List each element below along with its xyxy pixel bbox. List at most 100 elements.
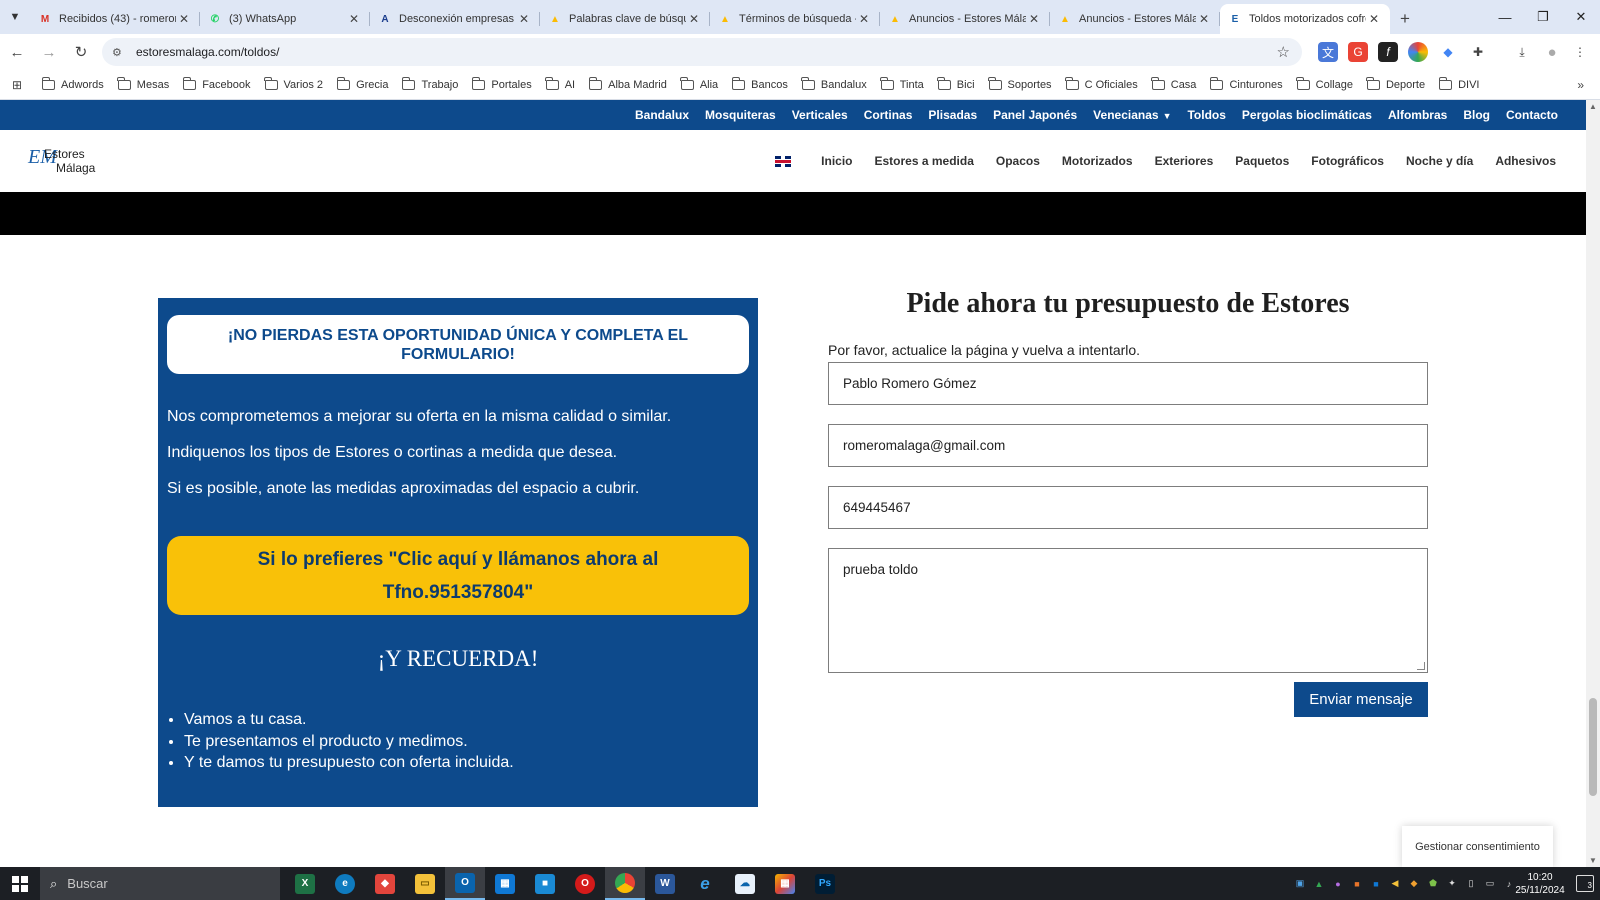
close-tab-icon[interactable]: ✕ [346,12,362,26]
bookmark-folder[interactable]: Bici [937,76,975,91]
scroll-down-icon[interactable]: ▼ [1589,856,1597,865]
main-menu-item[interactable]: Paquetos [1235,154,1289,168]
bookmark-folder[interactable]: Grecia [336,76,388,91]
browser-tab[interactable]: ▲ Palabras clave de búsqueda✕ [540,4,710,34]
bookmark-folder[interactable]: Cinturones [1209,76,1283,91]
bookmark-star-icon[interactable]: ☆ [1277,43,1290,61]
top-menu-item[interactable]: Contacto [1506,108,1558,122]
word-icon[interactable]: W [645,867,685,900]
edge-icon[interactable]: e [325,867,365,900]
message-textarea[interactable]: prueba toldo [828,548,1428,673]
scroll-up-icon[interactable]: ▲ [1589,102,1597,111]
main-menu-item[interactable]: Noche y día [1406,154,1473,168]
back-icon[interactable]: ← [2,37,32,67]
tray-network-icon[interactable]: ▭ [1481,875,1499,893]
top-menu-item[interactable]: Alfombras [1388,108,1447,122]
close-tab-icon[interactable]: ✕ [1026,12,1042,26]
page-scrollbar[interactable]: ▲ ▼ [1586,100,1600,867]
top-menu-item[interactable]: Mosquiteras [705,108,776,122]
main-menu-item[interactable]: Exteriores [1155,154,1214,168]
bookmark-folder[interactable]: Bancos [731,76,788,91]
browser-tab[interactable]: A Desconexión empresas | Bar✕ [370,4,540,34]
outlook-calendar-icon[interactable]: ▦ [485,867,525,900]
main-menu-item[interactable]: Opacos [996,154,1040,168]
minimize-icon[interactable]: — [1486,0,1524,34]
internet-explorer-icon[interactable]: e [685,867,725,900]
scrollbar-thumb[interactable] [1589,698,1597,796]
tray-network-app-icon[interactable]: ● [1329,875,1347,893]
bookmark-folder[interactable]: Facebook [182,76,251,91]
browser-tab[interactable]: ✆ (3) WhatsApp ✕ [200,4,370,34]
bookmark-folder[interactable]: C Oficiales [1065,76,1138,91]
manage-consent-button[interactable]: Gestionar consentimiento [1402,826,1553,867]
new-tab-button[interactable]: + [1390,4,1420,34]
start-button[interactable] [0,867,40,900]
bookmark-folder[interactable]: Collage [1296,76,1353,91]
main-menu-item[interactable]: Inicio [821,154,852,168]
tray-shield-icon[interactable]: ⬟ [1424,875,1442,893]
browser-tab[interactable]: ▲ Términos de búsqueda - Est✕ [710,4,880,34]
top-menu-item[interactable]: Plisadas [928,108,977,122]
bookmark-folder[interactable]: Casa [1151,76,1196,91]
bookmark-folder[interactable]: Trabajo [401,76,458,91]
outlook-icon[interactable]: O [445,867,485,900]
site-info-icon[interactable]: ⚙ [112,46,126,59]
download-icon[interactable]: ⤓ [1512,42,1532,62]
tray-app-icon[interactable]: ▣ [1291,875,1309,893]
browser-tab[interactable]: M Recibidos (43) - romeroma✕ [30,4,200,34]
bookmark-folder[interactable]: DIVI [1438,76,1480,91]
tray-outlook-icon[interactable]: ■ [1367,875,1385,893]
opera-icon[interactable]: O [565,867,605,900]
excel-icon[interactable]: X [285,867,325,900]
taskbar-clock[interactable]: 10:20 25/11/2024 [1514,871,1566,897]
store-icon[interactable]: ■ [525,867,565,900]
font-extension-icon[interactable]: f [1378,42,1398,62]
tray-power-icon[interactable]: ▯ [1462,875,1480,893]
bookmark-folder[interactable]: Alia [680,76,718,91]
chrome-icon[interactable] [605,867,645,900]
bookmark-folder[interactable]: Adwords [41,76,104,91]
tab-search-chevron-icon[interactable]: ▼ [0,0,30,34]
bookmark-folder[interactable]: Alba Madrid [588,76,667,91]
forward-icon[interactable]: → [34,37,64,67]
browser-tab[interactable]: ▲ Anuncios - Estores Málaga✕ [880,4,1050,34]
tray-arrow-icon[interactable]: ◀ [1386,875,1404,893]
top-menu-item[interactable]: Blog [1463,108,1490,122]
send-message-button[interactable]: Enviar mensaje [1294,682,1428,717]
call-now-button[interactable]: Si lo prefieres "Clic aquí y llámanos ah… [167,536,749,615]
bookmark-folder[interactable]: Mesas [117,76,169,91]
site-logo[interactable]: EM Estores Málaga [28,144,108,180]
top-menu-item[interactable]: Verticales [792,108,848,122]
close-tab-icon[interactable]: ✕ [176,12,192,26]
tray-security-icon[interactable]: ✦ [1443,875,1461,893]
tray-drive-icon[interactable]: ▲ [1310,875,1328,893]
bookmark-folder[interactable]: Deporte [1366,76,1425,91]
top-menu-item[interactable]: Pergolas bioclimáticas [1242,108,1372,122]
file-explorer-icon[interactable]: ▭ [405,867,445,900]
photo-collage-icon[interactable]: ▦ [765,867,805,900]
bookmark-folder[interactable]: AI [545,76,575,91]
close-tab-icon[interactable]: ✕ [516,12,532,26]
close-tab-icon[interactable]: ✕ [686,12,702,26]
top-menu-item[interactable]: Cortinas [864,108,913,122]
anydesk-icon[interactable]: ◆ [365,867,405,900]
color-extension-icon[interactable] [1408,42,1428,62]
bookmark-folder[interactable]: Soportes [988,76,1052,91]
browser-menu-icon[interactable]: ⋮ [1570,42,1590,62]
tray-office-icon[interactable]: ■ [1348,875,1366,893]
close-window-icon[interactable]: ✕ [1562,0,1600,34]
translate-extension-icon[interactable]: 文 [1318,42,1338,62]
profile-avatar-icon[interactable]: ● [1542,42,1562,62]
notification-center-icon[interactable]: 3 [1576,875,1594,892]
bookmark-folder[interactable]: Portales [471,76,532,91]
top-menu-item[interactable]: Panel Japonés [993,108,1077,122]
onedrive-icon[interactable]: ☁ [725,867,765,900]
bookmark-folder[interactable]: Bandalux [801,76,867,91]
close-tab-icon[interactable]: ✕ [1196,12,1212,26]
close-tab-icon[interactable]: ✕ [856,12,872,26]
name-field[interactable]: Pablo Romero Gómez [828,362,1428,405]
bookmarks-overflow-icon[interactable]: » [1577,78,1584,92]
email-field[interactable]: romeromalaga@gmail.com [828,424,1428,467]
photoshop-icon[interactable]: Ps [805,867,845,900]
close-tab-icon[interactable]: ✕ [1366,12,1382,26]
